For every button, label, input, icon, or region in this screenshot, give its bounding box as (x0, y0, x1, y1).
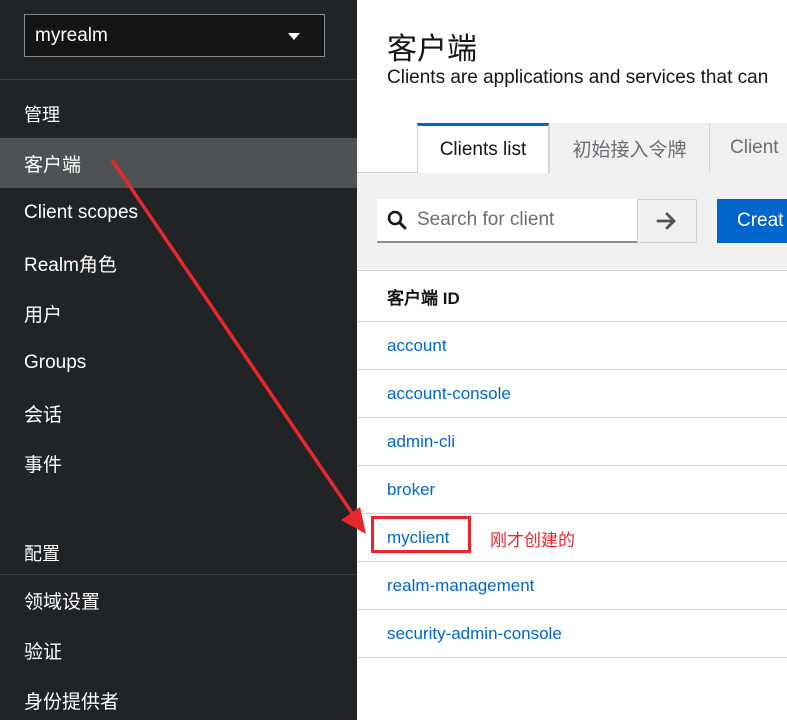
sidebar-item-authentication[interactable]: 验证 (0, 625, 357, 675)
sidebar-item-label: Client scopes (24, 202, 139, 223)
sidebar-item-identity-providers[interactable]: 身份提供者 (0, 675, 357, 725)
tab-label: Client (730, 137, 779, 158)
sidebar-item-label: Groups (24, 352, 87, 373)
search-submit-button[interactable] (637, 199, 697, 243)
page-title: 客户端 (387, 33, 477, 66)
search-input[interactable] (415, 208, 629, 232)
tab-label: Clients list (439, 139, 527, 160)
tab-client-registration[interactable]: Client (709, 123, 787, 173)
sidebar-item-users[interactable]: 用户 (0, 288, 357, 338)
sidebar-item-clients[interactable]: 客户端 (0, 138, 357, 188)
sidebar-divider (0, 79, 357, 80)
sidebar-item-events[interactable]: 事件 (0, 438, 357, 488)
tab-initial-access-token[interactable]: 初始接入令牌 (549, 123, 709, 173)
sidebar: myrealm 管理 客户端 Client scopes Realm角色 用户 … (0, 0, 357, 720)
section-title-configure: 配置 (24, 544, 60, 564)
client-link-account[interactable]: account (387, 336, 447, 356)
sidebar-item-sessions[interactable]: 会话 (0, 388, 357, 438)
sidebar-item-label: 客户端 (24, 154, 82, 176)
client-link-account-console[interactable]: account-console (387, 384, 511, 404)
table-row: account (357, 322, 787, 370)
caret-down-icon (288, 33, 300, 40)
annotation-highlight-box (371, 516, 471, 553)
sidebar-item-label: 用户 (24, 304, 63, 326)
main-content: 客户端 Clients are applications and service… (357, 0, 787, 720)
section-title-manage: 管理 (24, 105, 60, 125)
column-header-label: 客户端 ID (387, 288, 460, 308)
sidebar-item-label: 事件 (24, 454, 63, 476)
annotation-note: 刚才创建的 (490, 531, 575, 550)
sidebar-item-label: 领域设置 (24, 591, 101, 613)
client-link-broker[interactable]: broker (387, 480, 435, 500)
table-row: broker (357, 466, 787, 514)
client-link-security-admin-console[interactable]: security-admin-console (387, 624, 562, 644)
sidebar-item-label: 验证 (24, 641, 63, 663)
create-client-label: Creat (737, 210, 784, 231)
search-box (377, 199, 637, 243)
sidebar-item-realm-settings[interactable]: 领域设置 (0, 575, 357, 625)
clients-table: 客户端 ID account account-console admin-cli… (357, 270, 787, 658)
create-client-button[interactable]: Creat (717, 199, 787, 243)
client-link-realm-management[interactable]: realm-management (387, 576, 534, 596)
client-link-admin-cli[interactable]: admin-cli (387, 432, 455, 452)
sidebar-item-client-scopes[interactable]: Client scopes (0, 188, 357, 238)
sidebar-item-realm-roles[interactable]: Realm角色 (0, 238, 357, 288)
tab-label: 初始接入令牌 (572, 139, 687, 161)
table-header-client-id[interactable]: 客户端 ID (357, 270, 787, 322)
table-row: admin-cli (357, 418, 787, 466)
tab-clients-list[interactable]: Clients list (417, 123, 549, 174)
search-icon (387, 210, 407, 230)
sidebar-item-groups[interactable]: Groups (0, 338, 357, 388)
realm-select[interactable]: myrealm (24, 14, 325, 57)
table-row: security-admin-console (357, 610, 787, 658)
realm-select-value: myrealm (35, 24, 108, 46)
table-row: realm-management (357, 562, 787, 610)
sidebar-item-label: 会话 (24, 404, 63, 426)
sidebar-item-label: 身份提供者 (24, 691, 120, 713)
sidebar-item-label: Realm角色 (24, 254, 117, 276)
arrow-right-icon (656, 211, 678, 231)
table-row: account-console (357, 370, 787, 418)
page-description: Clients are applications and services th… (387, 67, 769, 88)
